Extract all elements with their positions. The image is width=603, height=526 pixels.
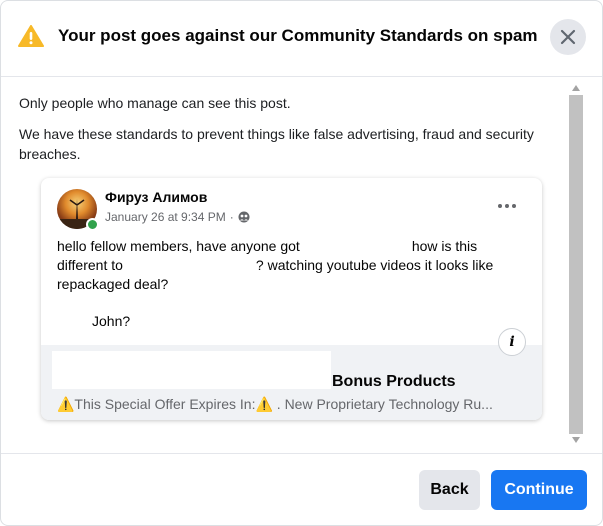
post-meta: January 26 at 9:34 PM · [105,210,250,224]
triangle-down-icon [572,437,580,443]
info-button[interactable]: i [498,328,526,356]
info-icon: i [509,334,515,350]
group-icon [238,211,250,223]
post-date[interactable]: January 26 at 9:34 PM [105,210,226,224]
warning-icon [18,25,44,47]
scroll-down-arrow[interactable] [571,435,581,445]
scroll-thumb[interactable] [569,95,583,434]
more-options-button[interactable] [493,196,521,216]
back-button[interactable]: Back [419,470,480,510]
close-icon [560,29,576,45]
scrollbar[interactable] [566,77,586,452]
redacted-area: xxxxxxxxxxxxxxxx [299,237,412,256]
meta-separator: · [229,210,234,224]
link-description: ⚠️This Special Offer Expires In:⚠️ . New… [57,396,493,412]
post-card: Фируз Алимов January 26 at 9:34 PM · hel… [41,178,542,420]
post-text-part1: hello fellow members, have anyone got [57,238,300,254]
triangle-up-icon [572,85,580,91]
post-text: hello fellow members, have anyone gotxxx… [57,237,527,294]
post-text-line2: John? [92,313,131,329]
notice-text: Only people who manage can see this post… [19,95,291,111]
explanation-text: We have these standards to prevent thing… [19,126,534,162]
continue-button[interactable]: Continue [491,470,587,510]
dialog-body: Only people who manage can see this post… [1,77,602,452]
scroll-up-arrow[interactable] [571,83,581,93]
dialog-header: Your post goes against our Community Sta… [1,1,602,77]
more-options-icon [498,204,516,208]
redacted-area: xxxxxxxxxxxxxxxxxxx [122,256,256,275]
spam-warning-dialog: Your post goes against our Community Sta… [0,0,603,526]
dialog-title: Your post goes against our Community Sta… [58,26,538,45]
post-author[interactable]: Фируз Алимов [105,189,207,205]
close-button[interactable] [550,19,586,55]
dialog-footer: Back Continue [1,453,602,525]
online-status-dot [86,218,99,231]
link-preview[interactable]: Bonus Products ⚠️This Special Offer Expi… [41,345,542,420]
link-preview-image [52,351,331,389]
link-title[interactable]: Bonus Products [332,373,456,391]
